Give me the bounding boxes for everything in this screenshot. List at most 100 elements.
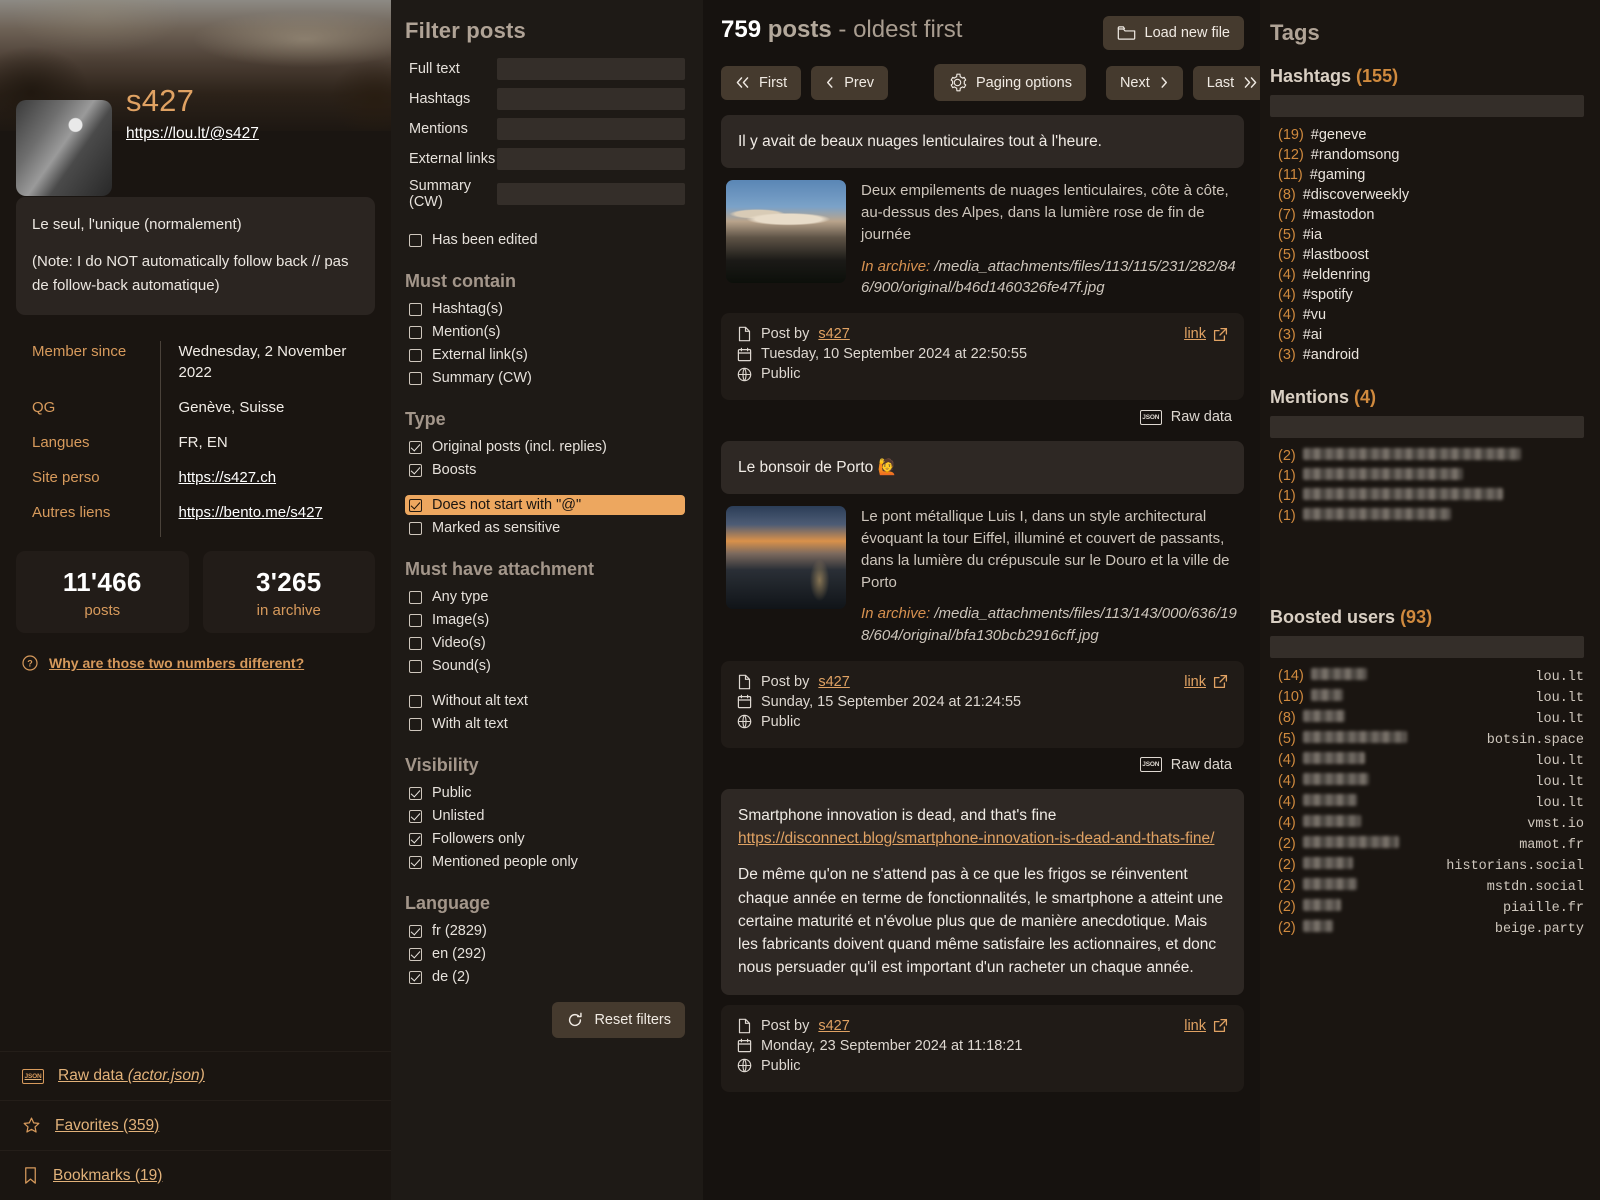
- checkbox-lang-de[interactable]: de (2): [405, 967, 685, 987]
- list-item[interactable]: (11) #gaming: [1270, 165, 1584, 185]
- boost-count: (2): [1278, 857, 1296, 873]
- checkbox-any-type[interactable]: Any type: [405, 587, 685, 607]
- profile-url-link[interactable]: https://lou.lt/@s427: [126, 125, 259, 143]
- list-item[interactable]: (4) #spotify: [1270, 285, 1584, 305]
- hashtags-count: (155): [1356, 66, 1399, 86]
- post-author-link[interactable]: s427: [818, 326, 849, 342]
- list-item[interactable]: (2) piaille.fr: [1270, 897, 1584, 918]
- list-item[interactable]: (2): [1270, 446, 1584, 466]
- attachment-thumbnail[interactable]: [726, 180, 846, 284]
- list-item[interactable]: (4) lou.lt: [1270, 750, 1584, 771]
- post-external-link[interactable]: link: [1184, 674, 1228, 690]
- list-item[interactable]: (12) #randomsong: [1270, 145, 1584, 165]
- list-item[interactable]: (1): [1270, 486, 1584, 506]
- checkbox-followers-only[interactable]: Followers only: [405, 829, 685, 849]
- mentions-input[interactable]: [497, 118, 685, 140]
- checkbox-sounds[interactable]: Sound(s): [405, 656, 685, 676]
- pager-next-button[interactable]: Next: [1105, 65, 1183, 100]
- post-author-link[interactable]: s427: [818, 1018, 849, 1034]
- list-item[interactable]: (2) beige.party: [1270, 918, 1584, 939]
- checkbox-original-posts[interactable]: Original posts (incl. replies): [405, 437, 685, 457]
- checkbox-boosts[interactable]: Boosts: [405, 460, 685, 480]
- tag-label: #gaming: [1309, 167, 1366, 183]
- reset-filters-button[interactable]: Reset filters: [552, 1002, 685, 1038]
- filter-panel-title: Filter posts: [405, 18, 526, 43]
- checkbox-has-been-edited[interactable]: Has been edited: [405, 230, 685, 250]
- list-item[interactable]: (8) #discoverweekly: [1270, 185, 1584, 205]
- list-item[interactable]: (1): [1270, 466, 1584, 486]
- list-item[interactable]: (5) botsin.space: [1270, 729, 1584, 750]
- list-item[interactable]: (2) mstdn.social: [1270, 876, 1584, 897]
- full-text-input[interactable]: [497, 58, 685, 80]
- bookmarks-link[interactable]: Bookmarks (19): [0, 1151, 391, 1200]
- list-item[interactable]: (1): [1270, 506, 1584, 526]
- checkbox-lang-en[interactable]: en (292): [405, 944, 685, 964]
- pager-first-button[interactable]: First: [721, 65, 802, 100]
- why-numbers-different-link[interactable]: ? Why are those two numbers different?: [22, 655, 375, 671]
- list-item[interactable]: (10) lou.lt: [1270, 687, 1584, 708]
- external-links-input[interactable]: [497, 148, 685, 170]
- list-item[interactable]: (5) #ia: [1270, 225, 1584, 245]
- checkbox-label: Image(s): [432, 612, 490, 628]
- list-item[interactable]: (3) #android: [1270, 345, 1584, 365]
- attachment-thumbnail[interactable]: [726, 506, 846, 610]
- checkbox-external-links[interactable]: External link(s): [405, 345, 685, 365]
- post-inline-link[interactable]: https://disconnect.blog/smartphone-innov…: [738, 830, 1214, 847]
- checkbox-mentioned-people-only[interactable]: Mentioned people only: [405, 852, 685, 872]
- list-item[interactable]: (2) mamot.fr: [1270, 834, 1584, 855]
- post-raw-data-row[interactable]: JSON Raw data: [721, 748, 1244, 779]
- globe-icon: [737, 367, 752, 382]
- list-item[interactable]: (19) #geneve: [1270, 125, 1584, 145]
- list-item[interactable]: (2) historians.social: [1270, 855, 1584, 876]
- checkbox-marked-as-sensitive[interactable]: Marked as sensitive: [405, 518, 685, 538]
- list-item[interactable]: (4) #vu: [1270, 305, 1584, 325]
- checkbox-without-alt-text[interactable]: Without alt text: [405, 691, 685, 711]
- hashtags-input[interactable]: [497, 88, 685, 110]
- mentions-search-input[interactable]: [1270, 416, 1584, 438]
- checkbox-lang-fr[interactable]: fr (2829): [405, 921, 685, 941]
- tag-label: #spotify: [1302, 287, 1353, 303]
- checkbox-public[interactable]: Public: [405, 783, 685, 803]
- tag-count: (5): [1278, 227, 1296, 243]
- list-item[interactable]: (8) lou.lt: [1270, 708, 1584, 729]
- list-item[interactable]: (3) #ai: [1270, 325, 1584, 345]
- list-item[interactable]: (7) #mastodon: [1270, 205, 1584, 225]
- post-external-link[interactable]: link: [1184, 1018, 1228, 1034]
- meta-key: QG: [32, 398, 56, 416]
- summary-cw-input[interactable]: [497, 183, 685, 205]
- checkbox-mentions[interactable]: Mention(s): [405, 322, 685, 342]
- list-item[interactable]: (5) #lastboost: [1270, 245, 1584, 265]
- raw-data-actor-json-link[interactable]: JSON Raw data (actor.json): [0, 1052, 391, 1101]
- checkbox-hashtags[interactable]: Hashtag(s): [405, 299, 685, 319]
- post-author-link[interactable]: s427: [818, 674, 849, 690]
- checkbox-does-not-start-with-at[interactable]: Does not start with "@": [405, 495, 685, 515]
- site-perso-link[interactable]: https://s427.ch: [179, 469, 277, 486]
- checkbox-videos[interactable]: Video(s): [405, 633, 685, 653]
- boosted-users-search-input[interactable]: [1270, 636, 1584, 658]
- posts-main-column: 759 posts - oldest first Load new file F…: [703, 0, 1273, 1200]
- checkbox-with-alt-text[interactable]: With alt text: [405, 714, 685, 734]
- tag-label: #android: [1302, 347, 1360, 363]
- list-item[interactable]: (14) lou.lt: [1270, 666, 1584, 687]
- post-meta: Post by s427 Sunday, 15 September 2024 a…: [721, 660, 1244, 748]
- boost-count: (2): [1278, 878, 1296, 894]
- profile-username: s427: [126, 83, 195, 118]
- autres-liens-link[interactable]: https://bento.me/s427: [179, 504, 323, 521]
- folder-icon: [1117, 25, 1136, 41]
- load-new-file-button[interactable]: Load new file: [1102, 16, 1244, 50]
- list-item[interactable]: (4) vmst.io: [1270, 813, 1584, 834]
- tag-count: (4): [1278, 287, 1296, 303]
- paging-options-button[interactable]: Paging options: [934, 64, 1086, 101]
- checkbox-images[interactable]: Image(s): [405, 610, 685, 630]
- list-item[interactable]: (4) lou.lt: [1270, 792, 1584, 813]
- stat-label: posts: [84, 601, 121, 619]
- list-item[interactable]: (4) #eldenring: [1270, 265, 1584, 285]
- hashtags-search-input[interactable]: [1270, 95, 1584, 117]
- pager-prev-button[interactable]: Prev: [811, 65, 889, 100]
- checkbox-unlisted[interactable]: Unlisted: [405, 806, 685, 826]
- post-external-link[interactable]: link: [1184, 326, 1228, 342]
- post-raw-data-row[interactable]: JSON Raw data: [721, 400, 1244, 431]
- list-item[interactable]: (4) lou.lt: [1270, 771, 1584, 792]
- favorites-link[interactable]: Favorites (359): [0, 1101, 391, 1151]
- checkbox-summary-cw[interactable]: Summary (CW): [405, 368, 685, 388]
